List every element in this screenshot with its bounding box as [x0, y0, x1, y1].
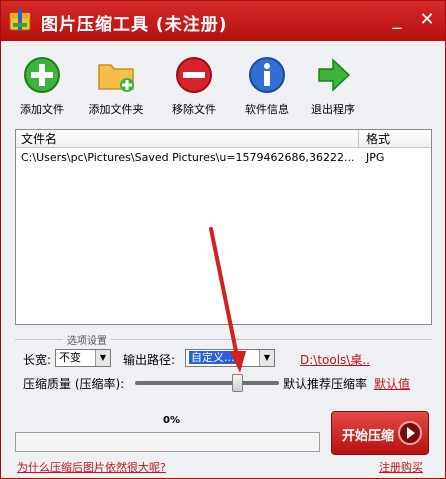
file-format-cell: JPG: [366, 151, 385, 164]
toolbar: 添加文件 添加文件夹 移除文件 软件信息 退出程序: [1, 41, 445, 121]
quality-slider-track: [135, 381, 279, 385]
column-header-filename[interactable]: 文件名: [16, 130, 359, 148]
default-value-link[interactable]: 默认值: [374, 375, 410, 392]
add-file-icon: [24, 57, 60, 93]
help-link[interactable]: 为什么压缩后图片依然很大呢?: [17, 459, 166, 475]
size-select-value: 不变: [59, 351, 81, 364]
play-icon: [398, 421, 422, 445]
output-path-select[interactable]: 自定义... ▼: [185, 349, 275, 367]
chevron-down-icon: ▼: [259, 350, 274, 366]
close-button[interactable]: ✕: [415, 10, 439, 32]
file-list-row[interactable]: C:\Users\pc\Pictures\Saved Pictures\u=15…: [16, 150, 431, 166]
output-path-label: 输出路径:: [123, 353, 176, 367]
software-info-button[interactable]: 软件信息: [241, 55, 293, 117]
file-list[interactable]: 文件名 格式 C:\Users\pc\Pictures\Saved Pictur…: [15, 129, 432, 325]
file-name-cell: C:\Users\pc\Pictures\Saved Pictures\u=15…: [21, 151, 355, 164]
minimize-button[interactable]: _: [385, 10, 409, 32]
info-icon: [249, 57, 285, 93]
output-path-link[interactable]: D:\tools\桌..: [300, 351, 370, 368]
register-link[interactable]: 注册购买: [379, 459, 423, 475]
start-compress-button[interactable]: 开始压缩: [331, 411, 429, 455]
exit-program-label: 退出程序: [311, 103, 355, 116]
remove-file-label: 移除文件: [172, 103, 216, 116]
output-path-select-value: 自定义...: [189, 351, 237, 364]
add-folder-button[interactable]: 添加文件夹: [85, 55, 147, 117]
column-header-format[interactable]: 格式: [360, 130, 431, 148]
chevron-down-icon: ▼: [95, 350, 110, 366]
size-label: 长宽:: [23, 353, 52, 367]
add-file-button[interactable]: 添加文件: [17, 55, 67, 117]
add-file-label: 添加文件: [20, 103, 64, 116]
size-select[interactable]: 不变 ▼: [55, 349, 111, 367]
options-legend: 选项设置: [63, 332, 111, 347]
start-compress-label: 开始压缩: [342, 429, 395, 444]
title-bar: 图片压缩工具 (未注册) _ ✕: [1, 1, 445, 41]
quality-slider[interactable]: [135, 374, 279, 392]
add-folder-label: 添加文件夹: [88, 103, 144, 116]
progress-percent: 0%: [163, 415, 180, 426]
window-title: 图片压缩工具 (未注册): [41, 15, 228, 35]
progress-bar: [15, 432, 320, 452]
play-arrow-icon: [407, 427, 415, 439]
app-logo-icon: [9, 9, 31, 31]
quality-hint: 默认推荐压缩率: [283, 377, 368, 391]
remove-file-icon: [176, 57, 212, 93]
file-list-header: 文件名 格式: [16, 130, 431, 148]
add-folder-icon: [98, 64, 134, 92]
app-window: 图片压缩工具 (未注册) _ ✕ 添加文件 添加文件夹 移除文件 软件信息 退出…: [0, 0, 446, 479]
software-info-label: 软件信息: [245, 103, 289, 116]
exit-program-button[interactable]: 退出程序: [307, 55, 359, 117]
options-group: 选项设置 长宽: 不变 ▼ 输出路径: 自定义... ▼ D:\tools\桌.…: [15, 332, 432, 395]
remove-file-button[interactable]: 移除文件: [168, 55, 220, 117]
quality-slider-thumb[interactable]: [232, 374, 243, 392]
exit-icon: [318, 58, 351, 92]
quality-label: 压缩质量 (压缩率):: [23, 377, 125, 391]
